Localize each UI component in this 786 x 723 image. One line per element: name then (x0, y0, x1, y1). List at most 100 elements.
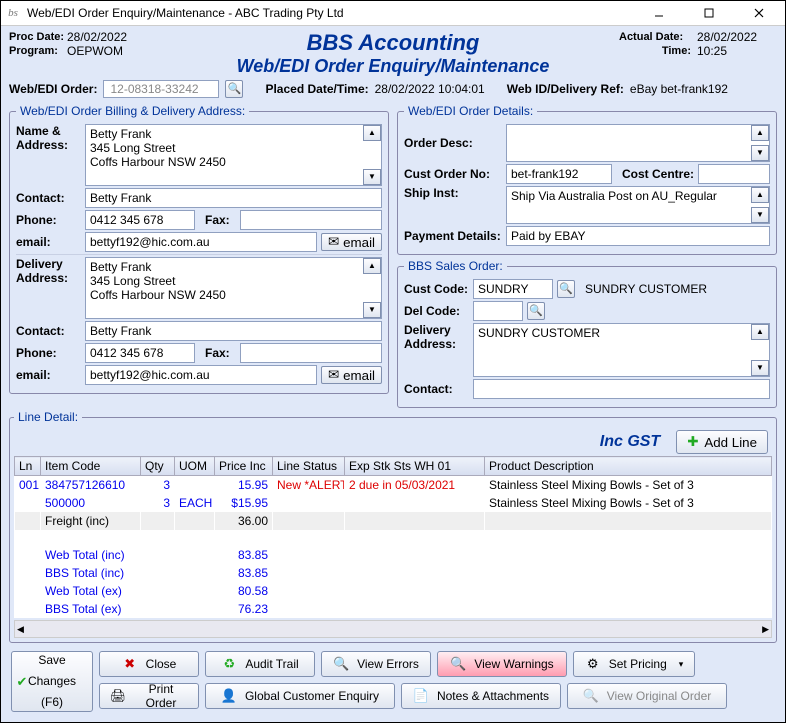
col-item[interactable]: Item Code (41, 457, 141, 476)
col-price[interactable]: Price Inc (215, 457, 273, 476)
freight-value: 36.00 (215, 512, 273, 530)
custorderno-field[interactable]: bet-frank192 (506, 164, 612, 184)
freight-label: Freight (inc) (41, 512, 141, 530)
scroll-down-button[interactable]: ▼ (363, 169, 381, 185)
scroll-up-button[interactable]: ▲ (751, 324, 769, 340)
custcode-lookup-button[interactable]: 🔍 (557, 280, 575, 298)
custcode-label: Cust Code: (404, 282, 469, 296)
d-phone-field[interactable]: 0412 345 678 (85, 343, 195, 363)
header-info: Proc Date: 28/02/2022 Actual Date: 28/02… (9, 30, 777, 58)
delivery-address-textarea[interactable]: Betty Frank 345 Long Street Coffs Harbou… (85, 257, 382, 319)
sales-delivery-label: Delivery Address: (404, 323, 469, 351)
close-button-2[interactable]: ✖ Close (99, 651, 199, 677)
minimize-button[interactable] (637, 1, 681, 25)
table-row[interactable]: 001 384757126610 3 15.95 New *ALERT* 2 d… (15, 476, 772, 495)
scroll-down-button[interactable]: ▼ (363, 302, 381, 318)
add-line-button[interactable]: ✚ Add Line (676, 430, 768, 454)
email-button[interactable]: ✉ email (321, 233, 382, 251)
col-ln[interactable]: Ln (15, 457, 41, 476)
set-pricing-button[interactable]: ⚙ Set Pricing ▾ (573, 651, 695, 677)
search-icon: 🔍 (450, 656, 466, 672)
check-icon: ✔ (14, 674, 30, 690)
table-row[interactable]: 500000 3 EACH $15.95 Stainless Steel Mix… (15, 494, 772, 512)
delcode-field[interactable] (473, 301, 523, 321)
proc-date-value: 28/02/2022 (67, 30, 147, 44)
col-status[interactable]: Line Status (273, 457, 345, 476)
close-button[interactable] (737, 1, 781, 25)
col-uom[interactable]: UOM (175, 457, 215, 476)
table-row-total: BBS Total (ex) 76.23 (15, 600, 772, 618)
envelope-icon: ✉ (328, 234, 339, 250)
proc-date-label: Proc Date: (9, 31, 67, 43)
table-row-total: BBS Total (inc) 83.85 (15, 564, 772, 582)
webid-value: eBay bet-frank192 (630, 82, 728, 96)
scroll-up-button[interactable]: ▲ (363, 258, 381, 274)
shipinst-textarea[interactable]: Ship Via Australia Post on AU_Regular ▲ … (506, 186, 770, 224)
plus-icon: ✚ (687, 434, 698, 450)
scroll-up-button[interactable]: ▲ (751, 187, 769, 203)
gear-icon: ⚙ (585, 656, 601, 672)
chevron-down-icon: ▾ (679, 659, 684, 670)
custorderno-label: Cust Order No: (404, 167, 502, 181)
global-customer-enquiry-button[interactable]: 👤 Global Customer Enquiry (205, 683, 395, 709)
delcode-lookup-button[interactable]: 🔍 (527, 302, 545, 320)
app-icon: bs (5, 5, 21, 21)
billing-group: Web/EDI Order Billing & Delivery Address… (9, 104, 389, 394)
maximize-button[interactable] (687, 1, 731, 25)
minimize-icon (654, 8, 664, 18)
actual-date-label: Actual Date: (619, 31, 697, 43)
scroll-up-button[interactable]: ▲ (751, 125, 769, 141)
col-exp[interactable]: Exp Stk Sts WH 01 (345, 457, 485, 476)
payment-field[interactable]: Paid by EBAY (506, 226, 770, 246)
search-icon: 🔍 (333, 656, 349, 672)
fax-field[interactable] (240, 210, 382, 230)
phone-field[interactable]: 0412 345 678 (85, 210, 195, 230)
details-legend: Web/EDI Order Details: (404, 104, 537, 118)
delcode-label: Del Code: (404, 304, 469, 318)
web-edi-order-label: Web/EDI Order: (9, 82, 97, 96)
d-email-field[interactable]: bettyf192@hic.com.au (85, 365, 317, 385)
scroll-down-button[interactable]: ▼ (751, 360, 769, 376)
scroll-right-icon[interactable]: ▶ (762, 624, 769, 635)
webid-label: Web ID/Delivery Ref: (507, 82, 624, 96)
audit-trail-button[interactable]: ♻ Audit Trail (205, 651, 315, 677)
costcentre-field[interactable] (698, 164, 770, 184)
web-edi-order-input[interactable] (108, 81, 214, 97)
view-errors-button[interactable]: 🔍 View Errors (321, 651, 431, 677)
sales-contact-label: Contact: (404, 382, 469, 396)
col-desc[interactable]: Product Description (485, 457, 772, 476)
scroll-left-icon[interactable]: ◀ (17, 624, 24, 635)
d-fax-field[interactable] (240, 343, 382, 363)
custcode-field[interactable]: SUNDRY (473, 279, 553, 299)
notes-attachments-button[interactable]: 📄 Notes & Attachments (401, 683, 561, 709)
order-desc-textarea[interactable]: ▲ ▼ (506, 124, 770, 162)
contact-field[interactable]: Betty Frank (85, 188, 382, 208)
save-changes-button[interactable]: ✔ Save Changes (F6) (11, 651, 93, 712)
details-group: Web/EDI Order Details: Order Desc: ▲ ▼ C… (397, 104, 777, 255)
col-qty[interactable]: Qty (141, 457, 175, 476)
line-detail-group: Line Detail: Inc GST ✚ Add Line L (9, 410, 777, 643)
email-field[interactable]: bettyf192@hic.com.au (85, 232, 317, 252)
d-contact-field[interactable]: Betty Frank (85, 321, 382, 341)
billing-address-textarea[interactable]: Betty Frank 345 Long Street Coffs Harbou… (85, 124, 382, 186)
order-lookup-button[interactable]: 🔍 (225, 80, 243, 98)
scroll-up-button[interactable]: ▲ (363, 125, 381, 141)
d-contact-label: Contact: (16, 324, 81, 338)
scroll-down-button[interactable]: ▼ (751, 145, 769, 161)
horizontal-scrollbar[interactable]: ◀ ▶ (14, 620, 772, 638)
time-label: Time: (619, 45, 697, 57)
x-icon: ✖ (122, 656, 138, 672)
view-original-order-button[interactable]: 🔍 View Original Order (567, 683, 727, 709)
d-email-button[interactable]: ✉ email (321, 366, 382, 384)
table-row-spacer (15, 530, 772, 546)
print-order-button[interactable]: 🖨 Print Order (99, 683, 199, 709)
phone-label: Phone: (16, 213, 81, 227)
sales-contact-field[interactable] (473, 379, 770, 399)
delivery-address-text: Betty Frank 345 Long Street Coffs Harbou… (90, 260, 377, 302)
program-value: OEPWOM (67, 44, 147, 58)
scroll-down-button[interactable]: ▼ (751, 207, 769, 223)
inc-gst-label: Inc GST (600, 433, 660, 451)
actual-date-value: 28/02/2022 (697, 30, 777, 44)
view-warnings-button[interactable]: 🔍 View Warnings (437, 651, 567, 677)
sales-delivery-textarea[interactable]: SUNDRY CUSTOMER ▲ ▼ (473, 323, 770, 377)
